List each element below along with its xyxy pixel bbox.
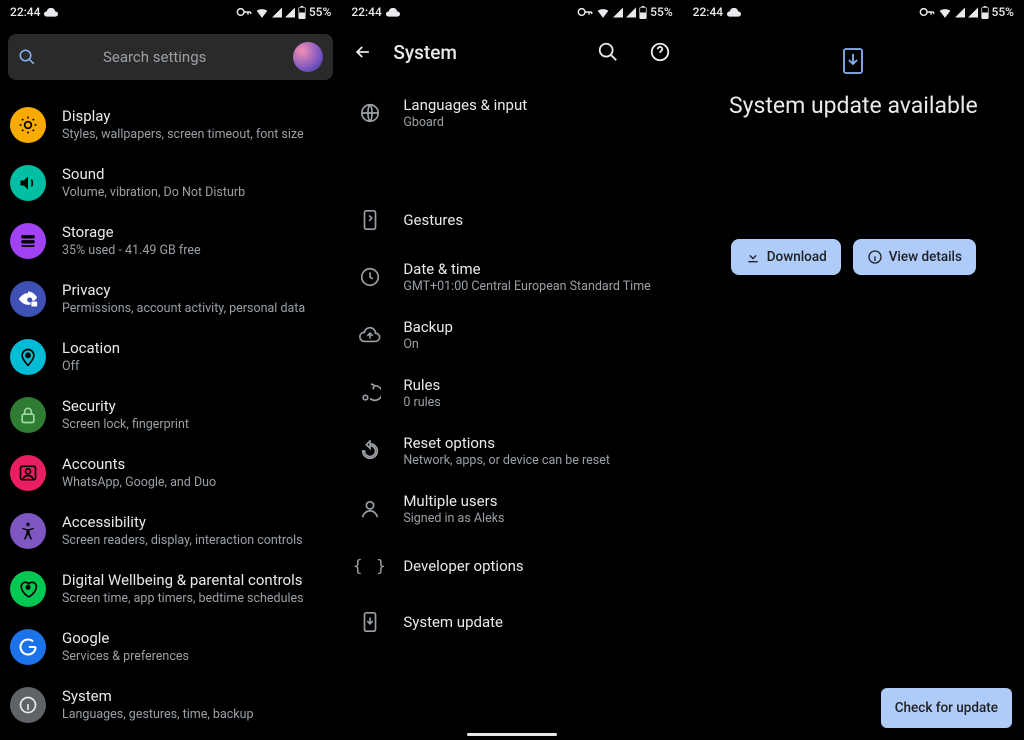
avatar[interactable] <box>293 42 323 72</box>
setting-google[interactable]: GoogleServices & preferences <box>0 618 341 676</box>
setting-accessibility[interactable]: AccessibilityScreen readers, display, in… <box>0 502 341 560</box>
lock-icon <box>10 397 46 433</box>
system-developer[interactable]: { } Developer options <box>341 538 682 594</box>
location-icon <box>10 339 46 375</box>
clock-icon <box>359 266 381 288</box>
wifi-icon <box>255 6 269 18</box>
setting-location[interactable]: LocationOff <box>0 328 341 386</box>
braces-icon: { } <box>359 555 381 577</box>
battery-icon <box>981 6 989 19</box>
download-button[interactable]: Download <box>731 239 841 275</box>
system-reset[interactable]: Reset optionsNetwork, apps, or device ca… <box>341 422 682 480</box>
system-update-pane: 22:44 55% System update available Downlo… <box>683 0 1024 740</box>
gestures-icon <box>359 209 381 231</box>
status-battery: 55% <box>650 5 672 19</box>
signal-icon <box>285 7 295 18</box>
accessibility-icon <box>10 513 46 549</box>
update-content: System update available Download View de… <box>683 24 1024 275</box>
phone-download-icon <box>842 48 864 74</box>
key-icon <box>236 7 252 17</box>
info-icon <box>867 249 883 265</box>
system-backup[interactable]: BackupOn <box>341 306 682 364</box>
eye-lock-icon <box>10 281 46 317</box>
user-icon <box>359 498 381 520</box>
battery-icon <box>298 6 306 19</box>
system-update[interactable]: System update <box>341 594 682 650</box>
system-datetime[interactable]: Date & timeGMT+01:00 Central European St… <box>341 248 682 306</box>
help-button[interactable] <box>649 41 671 63</box>
cloud-icon <box>44 7 58 17</box>
storage-icon <box>10 223 46 259</box>
battery-icon <box>639 6 647 19</box>
status-time: 22:44 <box>10 5 40 19</box>
system-list: Languages & inputGboard Gestures Date & … <box>341 80 682 654</box>
signal-icon <box>272 7 282 18</box>
setting-security[interactable]: SecurityScreen lock, fingerprint <box>0 386 341 444</box>
settings-list: DisplayStyles, wallpapers, screen timeou… <box>0 90 341 740</box>
reset-icon <box>359 440 381 462</box>
key-icon <box>577 7 593 17</box>
setting-wellbeing[interactable]: Digital Wellbeing & parental controlsScr… <box>0 560 341 618</box>
status-bar: 22:44 55% <box>0 0 341 24</box>
search-settings[interactable]: Search settings <box>8 34 333 80</box>
cloud-icon <box>386 7 400 17</box>
system-rules[interactable]: Rules0 rules <box>341 364 682 422</box>
status-bar: 22:44 55% <box>341 0 682 24</box>
signal-icon <box>955 7 965 18</box>
system-settings-pane: 22:44 55% System Languages & inputGboard… <box>341 0 682 740</box>
info-icon <box>10 687 46 723</box>
globe-icon <box>359 102 381 124</box>
setting-system[interactable]: SystemLanguages, gestures, time, backup <box>0 676 341 734</box>
status-time: 22:44 <box>351 5 381 19</box>
rules-icon <box>359 382 381 404</box>
nav-indicator[interactable] <box>808 733 898 736</box>
volume-icon <box>10 165 46 201</box>
setting-sound[interactable]: SoundVolume, vibration, Do Not Disturb <box>0 154 341 212</box>
download-icon <box>745 249 761 265</box>
signal-icon <box>613 7 623 18</box>
update-title: System update available <box>729 92 978 119</box>
status-battery: 55% <box>309 5 331 19</box>
system-users[interactable]: Multiple usersSigned in as Aleks <box>341 480 682 538</box>
wifi-icon <box>938 6 952 18</box>
signal-icon <box>626 7 636 18</box>
setting-display[interactable]: DisplayStyles, wallpapers, screen timeou… <box>0 96 341 154</box>
check-for-update-button[interactable]: Check for update <box>881 688 1012 728</box>
google-icon <box>10 629 46 665</box>
setting-accounts[interactable]: AccountsWhatsApp, Google, and Duo <box>0 444 341 502</box>
setting-storage[interactable]: Storage35% used - 41.49 GB free <box>0 212 341 270</box>
account-icon <box>10 455 46 491</box>
heart-icon <box>10 571 46 607</box>
wifi-icon <box>596 6 610 18</box>
nav-indicator[interactable] <box>467 733 557 736</box>
phone-download-icon <box>359 611 381 633</box>
back-icon[interactable] <box>353 42 373 62</box>
system-header: System <box>341 24 682 80</box>
search-button[interactable] <box>597 41 619 63</box>
system-gestures[interactable]: Gestures <box>341 192 682 248</box>
view-details-button[interactable]: View details <box>853 239 976 275</box>
setting-privacy[interactable]: PrivacyPermissions, account activity, pe… <box>0 270 341 328</box>
status-time: 22:44 <box>693 5 723 19</box>
brightness-icon <box>10 107 46 143</box>
system-languages[interactable]: Languages & inputGboard <box>341 84 682 142</box>
cloud-icon <box>727 7 741 17</box>
cloud-upload-icon <box>359 324 381 346</box>
settings-main-pane: 22:44 55% Search settings DisplayStyles,… <box>0 0 341 740</box>
status-battery: 55% <box>992 5 1014 19</box>
search-placeholder: Search settings <box>24 48 285 66</box>
signal-icon <box>968 7 978 18</box>
status-bar: 22:44 55% <box>683 0 1024 24</box>
page-title: System <box>393 41 576 64</box>
key-icon <box>919 7 935 17</box>
